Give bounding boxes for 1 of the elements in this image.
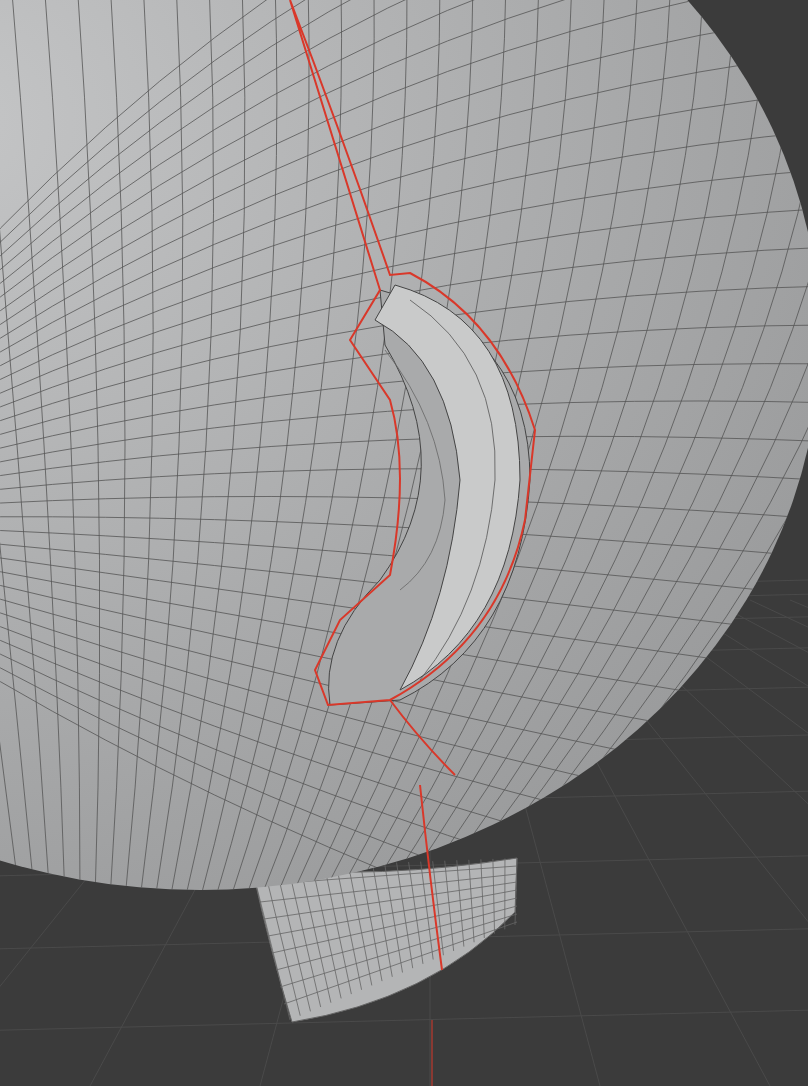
3d-viewport[interactable] xyxy=(0,0,808,1086)
